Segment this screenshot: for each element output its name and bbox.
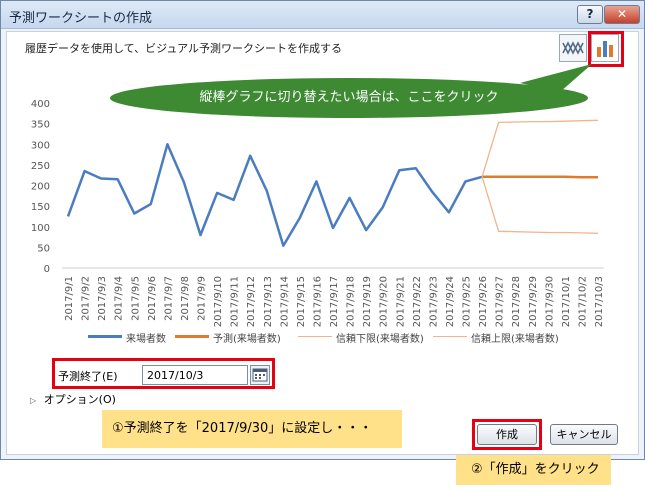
x-tick-label: 2017/9/24 [445,276,456,327]
legend-swatch-upper [433,336,467,337]
x-tick-label: 2017/9/6 [147,276,158,321]
x-tick-label: 2017/10/2 [577,276,588,327]
x-tick-label: 2017/9/27 [495,276,506,327]
x-tick-label: 2017/9/22 [412,276,423,327]
forecast-chart: 050100150200250300350400 2017/9/1 2017/9/… [31,99,605,327]
x-tick-label: 2017/9/1 [64,276,75,321]
y-tick-label: 150 [31,202,50,213]
x-tick-label: 2017/9/30 [544,276,555,327]
x-tick-label: 2017/9/10 [213,276,224,327]
x-tick-label: 2017/9/20 [379,276,390,327]
y-tick-label: 200 [31,182,50,193]
x-tick-label: 2017/9/13 [263,276,274,327]
x-tick-label: 2017/9/17 [329,276,340,327]
cancel-button[interactable]: キャンセル [550,424,618,445]
options-expander[interactable]: ▷ オプション(O) [30,391,116,407]
x-tick-label: 2017/9/23 [428,276,439,327]
series-line-actual [66,143,483,247]
forecast-end-highlight [52,358,275,389]
x-tick-label: 2017/9/21 [395,276,406,327]
x-tick-label: 2017/9/15 [296,276,307,327]
x-tick-label: 2017/9/19 [362,276,373,327]
legend-swatch-actual [88,335,122,338]
x-tick-label: 2017/9/3 [97,276,108,321]
x-tick-label: 2017/10/3 [594,276,605,327]
options-label: オプション(O) [43,393,116,406]
chart-series [66,119,599,247]
legend-label-forecast: 予測(来場者数) [213,334,281,345]
x-tick-label: 2017/9/14 [279,276,290,327]
expand-triangle-icon: ▷ [30,396,37,405]
y-axis-ticks: 0 50 100 150 200 250 300 350 400 [31,99,50,275]
x-tick-label: 2017/9/8 [180,276,191,321]
x-tick-label: 2017/9/9 [197,276,208,321]
x-tick-label: 2017/9/5 [130,276,141,321]
y-tick-label: 300 [31,140,50,151]
x-tick-label: 2017/9/12 [246,276,257,327]
x-tick-label: 2017/9/26 [478,276,489,327]
x-tick-label: 2017/9/11 [230,276,241,327]
instruction-note-step2: ②「作成」をクリック [456,455,611,485]
legend-swatch-lower [298,336,332,337]
y-tick-label: 400 [31,99,50,110]
x-tick-label: 2017/9/28 [511,276,522,327]
x-tick-label: 2017/9/4 [114,276,125,321]
y-tick-label: 100 [31,223,50,234]
x-tick-label: 2017/9/7 [163,276,174,321]
x-tick-label: 2017/9/29 [528,276,539,327]
x-axis-ticks: 2017/9/1 2017/9/2 2017/9/3 2017/9/4 2017/9/5… [64,276,605,327]
x-tick-label: 2017/9/25 [462,276,473,327]
series-line-lower-bound [481,176,599,234]
series-line-upper-bound [481,119,599,177]
y-tick-label: 350 [31,120,50,131]
create-button-highlight [472,419,542,450]
instruction-note-step1: ①予測終了を「2017/9/30」に設定し・・・ [102,410,402,448]
legend-swatch-forecast [175,335,209,338]
legend-label-actual: 来場者数 [126,334,166,345]
y-tick-label: 50 [37,243,50,254]
x-tick-label: 2017/9/16 [312,276,323,327]
x-tick-label: 2017/9/18 [346,276,357,327]
legend-label-upper: 信頼上限(来場者数) [471,334,559,345]
legend-label-lower: 信頼下限(来場者数) [336,334,424,345]
y-tick-label: 0 [44,264,50,275]
y-tick-label: 250 [31,161,50,172]
x-tick-label: 2017/9/2 [81,276,92,321]
x-tick-label: 2017/10/1 [561,276,572,327]
